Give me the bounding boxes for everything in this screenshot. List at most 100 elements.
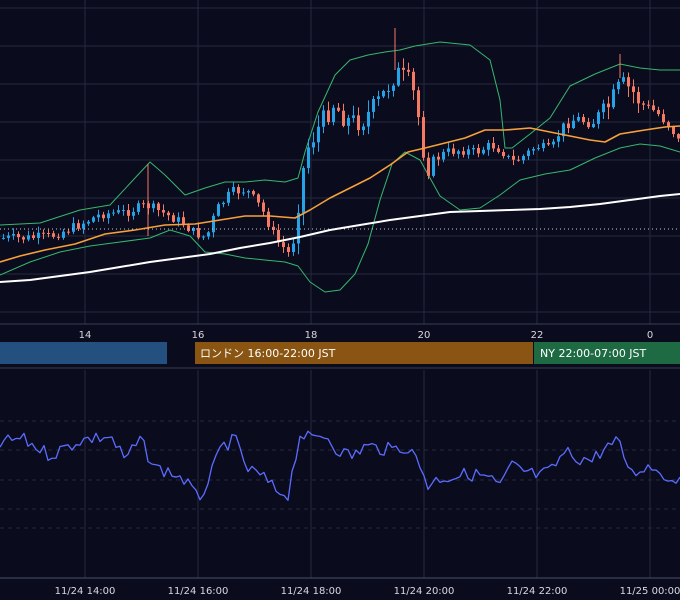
candle-body: [37, 232, 40, 239]
candle-body: [12, 233, 15, 236]
candle-body: [102, 214, 105, 219]
candle-body: [77, 223, 80, 229]
candle-body: [322, 110, 325, 127]
candle-body: [602, 103, 605, 113]
candle-body: [122, 210, 125, 212]
candle-body: [162, 210, 165, 213]
candle-body: [437, 156, 440, 160]
candle-body: [27, 235, 30, 240]
hour-tick-label: 0: [647, 330, 653, 341]
time-tick-label: 11/24 18:00: [281, 586, 342, 597]
candle-body: [157, 203, 160, 211]
candle-body: [627, 77, 630, 87]
candle-body: [307, 147, 310, 169]
candle-body: [402, 67, 405, 70]
candle-body: [347, 117, 350, 126]
candle-body: [252, 191, 255, 195]
candle-body: [237, 187, 240, 194]
candle-body: [532, 149, 535, 151]
time-tick-label: 11/24 22:00: [507, 586, 568, 597]
price-chart[interactable]: 14 16 18 20 22 0 ロンドン 16:00-22:00 JST NY 22:0…: [0, 0, 680, 600]
candle-body: [22, 237, 25, 240]
session-tokyo-band[interactable]: [0, 342, 167, 364]
session-bar: ロンドン 16:00-22:00 JST NY 22:00-07:00 JST: [0, 342, 680, 364]
candle-body: [492, 142, 495, 149]
candle-body: [17, 233, 20, 238]
candle-body: [552, 141, 555, 145]
candle-body: [342, 110, 345, 126]
candle-body: [352, 115, 355, 118]
candle-body: [537, 148, 540, 150]
candle-body: [97, 214, 100, 218]
candle-body: [607, 103, 610, 108]
candle-body: [592, 123, 595, 128]
candle-body: [232, 187, 235, 192]
candle-body: [582, 116, 585, 123]
chart-background: [0, 0, 680, 600]
candle-body: [152, 203, 155, 209]
candle-body: [187, 225, 190, 232]
candle-body: [662, 114, 665, 123]
candle-body: [217, 204, 220, 216]
candle-body: [47, 232, 50, 234]
candle-body: [417, 90, 420, 118]
candle-body: [597, 112, 600, 124]
candle-body: [637, 91, 640, 104]
candle-body: [62, 231, 65, 238]
candle-body: [367, 111, 370, 127]
candle-body: [42, 232, 45, 234]
candle-body: [577, 116, 580, 121]
candle-body: [632, 86, 635, 92]
candle-body: [467, 149, 470, 155]
candle-body: [242, 192, 245, 194]
candle-body: [172, 215, 175, 222]
candle-body: [142, 203, 145, 205]
candle-body: [542, 143, 545, 149]
candle-body: [257, 194, 260, 203]
candle-body: [82, 223, 85, 229]
candle-body: [427, 157, 430, 176]
candle-body: [312, 142, 315, 148]
candle-body: [642, 103, 645, 105]
candle-body: [522, 156, 525, 161]
candle-body: [302, 168, 305, 213]
hour-tick-label: 14: [79, 330, 92, 341]
candle-body: [222, 202, 225, 205]
candle-body: [657, 110, 660, 115]
hour-tick-label: 16: [192, 330, 205, 341]
candle-body: [67, 231, 70, 233]
candle-body: [247, 191, 250, 193]
candle-body: [117, 210, 120, 213]
hour-tick-label: 18: [305, 330, 318, 341]
candle-body: [497, 148, 500, 152]
candle-body: [557, 136, 560, 142]
candle-body: [112, 212, 115, 214]
candle-body: [287, 247, 290, 252]
candle-body: [547, 143, 550, 145]
candle-body: [2, 237, 5, 239]
candle-body: [292, 243, 295, 252]
time-tick-label: 11/24 16:00: [168, 586, 229, 597]
candle-body: [672, 126, 675, 135]
candle-body: [502, 151, 505, 157]
candle-body: [652, 105, 655, 111]
time-tick-label: 11/24 14:00: [55, 586, 116, 597]
time-tick-label: 11/24 20:00: [394, 586, 455, 597]
candle-body: [462, 151, 465, 155]
candle-body: [567, 123, 570, 129]
candle-body: [442, 151, 445, 160]
candle-body: [227, 191, 230, 203]
candle-body: [107, 213, 110, 219]
candle-body: [262, 202, 265, 212]
candle-body: [197, 227, 200, 238]
candle-body: [452, 148, 455, 154]
candle-body: [57, 236, 60, 238]
candle-body: [267, 211, 270, 227]
candle-body: [397, 67, 400, 86]
candle-body: [407, 69, 410, 72]
candle-body: [127, 210, 130, 216]
candle-body: [72, 223, 75, 232]
candle-body: [412, 71, 415, 91]
candle-body: [572, 120, 575, 129]
candle-body: [357, 115, 360, 131]
